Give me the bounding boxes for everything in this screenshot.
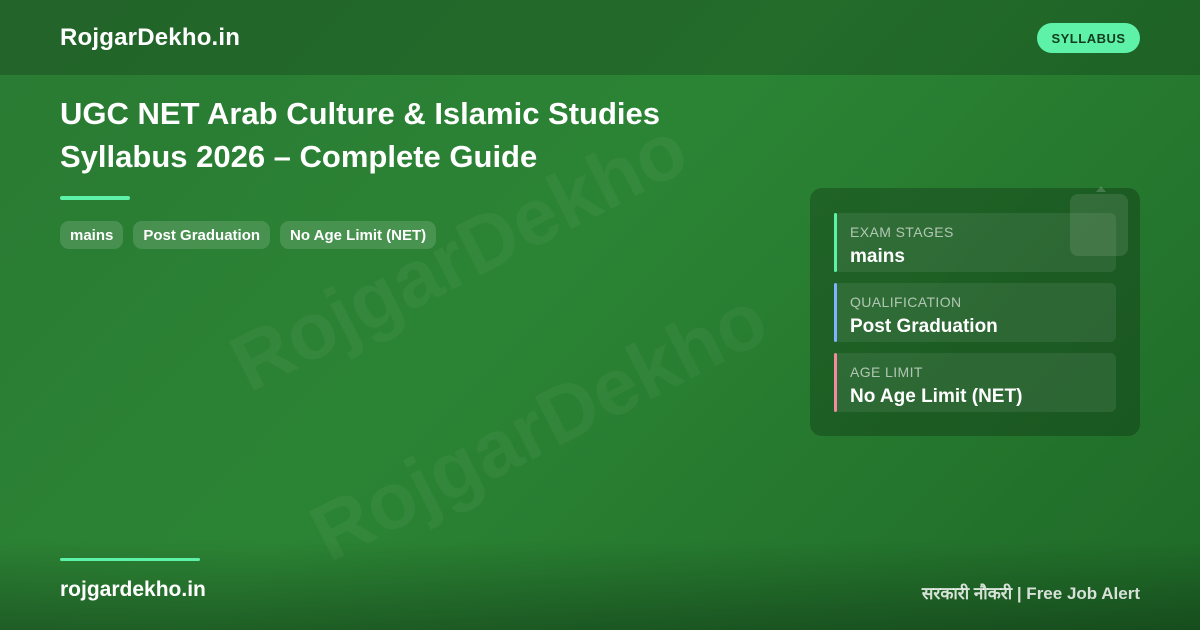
- card-value: Post Graduation: [850, 316, 998, 337]
- info-panel: EXAM STAGES mains QUALIFICATION Post Gra…: [810, 186, 1140, 436]
- footer-tagline: सरकारी नौकरी | Free Job Alert: [921, 584, 1140, 603]
- card-accent-bar: [834, 283, 837, 342]
- card-value: mains: [850, 246, 905, 267]
- footer-site-link[interactable]: rojgardekho.in: [60, 578, 206, 602]
- page-title: UGC NET Arab Culture & Islamic Studies S…: [60, 92, 760, 178]
- brand-logo[interactable]: RojgarDekho.in: [60, 24, 240, 52]
- tag-age-limit: No Age Limit (NET): [280, 221, 437, 249]
- card-accent-bar: [834, 213, 837, 272]
- card-accent-bar: [834, 353, 837, 412]
- title-line-2: Syllabus 2026 – Complete Guide: [60, 139, 538, 174]
- title-underline: [60, 196, 130, 200]
- card-label: QUALIFICATION: [850, 294, 962, 310]
- card-label: EXAM STAGES: [850, 224, 954, 240]
- card-label: AGE LIMIT: [850, 364, 923, 380]
- info-card-qualification: QUALIFICATION Post Graduation: [834, 283, 1116, 342]
- tag-qualification: Post Graduation: [133, 221, 271, 249]
- syllabus-badge: SYLLABUS: [1037, 23, 1140, 53]
- tag-exam-stage: mains: [60, 221, 124, 249]
- footer-divider: [60, 558, 200, 561]
- info-card-age-limit: AGE LIMIT No Age Limit (NET): [834, 353, 1116, 412]
- watermark: RojgarDekho: [296, 272, 781, 580]
- tag-list: mains Post Graduation No Age Limit (NET): [60, 221, 437, 249]
- card-value: No Age Limit (NET): [850, 386, 1023, 407]
- caret-up-icon: [1096, 186, 1106, 192]
- title-line-1: UGC NET Arab Culture & Islamic Studies: [60, 96, 661, 131]
- info-card-exam-stages: EXAM STAGES mains: [834, 213, 1116, 272]
